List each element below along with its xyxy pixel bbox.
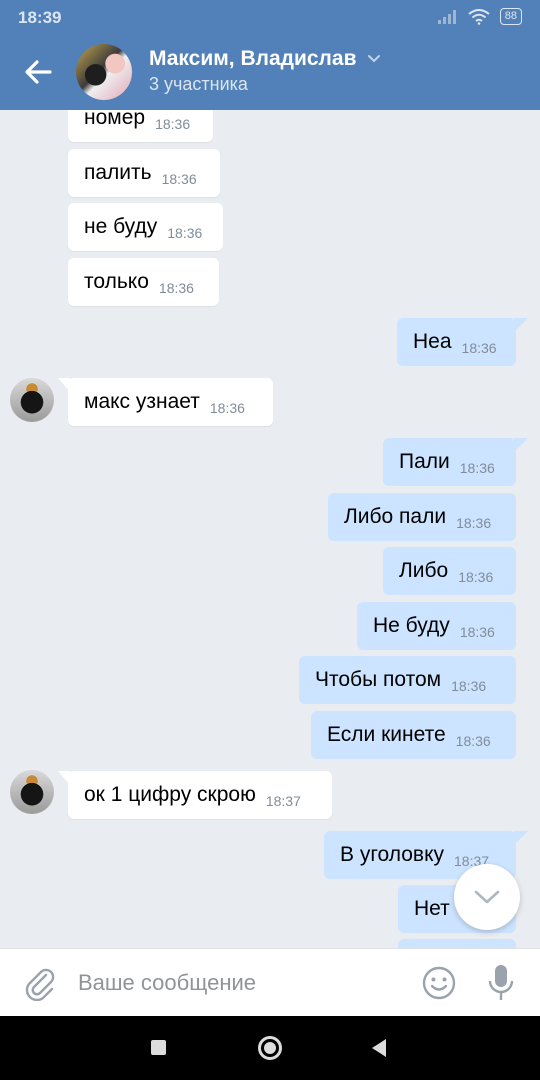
message-text: Неа (413, 330, 452, 353)
message-text: не буду (84, 215, 158, 238)
message-text: В уголовку (340, 843, 445, 866)
chevron-down-icon (367, 55, 380, 63)
message-time: 18:36 (209, 400, 245, 416)
message-bubble-incoming[interactable]: не буду 18:36 (68, 203, 223, 251)
message-bubble-incoming[interactable]: палить 18:36 (68, 149, 220, 197)
message-text: Либо пали (344, 505, 447, 528)
message-text: Если кинете (327, 723, 446, 746)
chat-title[interactable]: Максим, Владислав (149, 47, 381, 71)
message-text: ок 1 цифру скрою (84, 783, 256, 806)
message-time: 18:36 (161, 171, 197, 187)
message-text: Нет (414, 897, 450, 920)
message-time: 18:36 (459, 460, 495, 476)
message-time: 18:36 (459, 624, 495, 640)
message-time: 18:37 (265, 793, 301, 809)
message-text: только (84, 270, 149, 293)
chat-avatar[interactable] (76, 44, 132, 100)
message-bubble-incoming[interactable]: номер 18:36 (68, 110, 213, 142)
message-bubble-outgoing-partial[interactable] (398, 939, 516, 948)
nav-back-icon[interactable] (372, 1039, 386, 1057)
wifi-icon (468, 8, 490, 25)
message-list[interactable]: номер 18:36 палить 18:36 не буду 18:36 т… (0, 110, 540, 948)
chat-subtitle: 3 участника (149, 74, 248, 94)
status-time: 18:39 (18, 8, 62, 27)
message-text: Пали (399, 450, 450, 473)
recents-icon[interactable] (151, 1040, 166, 1055)
home-icon[interactable] (258, 1036, 282, 1060)
signal-icon (437, 9, 456, 24)
message-text: Не буду (373, 614, 450, 637)
message-composer (0, 948, 540, 1016)
back-arrow-icon[interactable] (22, 56, 54, 88)
message-text: макс узнает (84, 390, 200, 413)
chat-title-text: Максим, Владислав (149, 47, 357, 70)
sender-avatar[interactable] (10, 770, 54, 814)
paperclip-icon[interactable] (22, 965, 56, 1001)
status-bar: 18:39 88 (0, 0, 540, 34)
message-text: палить (84, 161, 152, 184)
message-bubble-outgoing[interactable]: Если кинете 18:36 (311, 711, 516, 759)
message-text: Чтобы потом (315, 668, 442, 691)
message-bubble-outgoing[interactable]: Чтобы потом 18:36 (299, 656, 516, 704)
message-bubble-incoming[interactable]: ок 1 цифру скрою 18:37 (58, 771, 332, 819)
message-time: 18:36 (455, 733, 491, 749)
system-navigation-bar (0, 1016, 540, 1080)
message-bubble-outgoing[interactable]: Либо пали 18:36 (328, 493, 516, 541)
message-text: номер (84, 110, 146, 129)
message-time: 18:36 (451, 678, 487, 694)
scroll-down-button[interactable] (454, 864, 520, 930)
message-time: 18:36 (458, 569, 494, 585)
smiley-icon[interactable] (422, 966, 456, 1000)
message-bubble-outgoing[interactable]: Неа 18:36 (397, 318, 528, 366)
chat-header: 18:39 88 Максим, Владислав 3 участника (0, 0, 540, 110)
battery-indicator: 88 (499, 8, 522, 25)
message-time: 18:36 (456, 515, 492, 531)
message-time: 18:36 (167, 225, 203, 241)
message-text: Либо (399, 559, 449, 582)
status-icons: 88 (437, 8, 522, 25)
message-bubble-incoming[interactable]: только 18:36 (68, 258, 219, 306)
message-bubble-outgoing[interactable]: Пали 18:36 (383, 438, 528, 486)
message-input[interactable] (78, 963, 398, 1003)
message-bubble-outgoing[interactable]: Либо 18:36 (383, 547, 516, 595)
message-time: 18:36 (155, 116, 191, 132)
message-bubble-incoming[interactable]: макс узнает 18:36 (58, 378, 273, 426)
microphone-icon[interactable] (486, 963, 516, 1003)
message-bubble-outgoing[interactable]: Не буду 18:36 (357, 602, 516, 650)
chevron-down-icon (474, 890, 500, 904)
sender-avatar[interactable] (10, 378, 54, 422)
message-time: 18:36 (158, 280, 194, 296)
message-time: 18:36 (461, 340, 497, 356)
